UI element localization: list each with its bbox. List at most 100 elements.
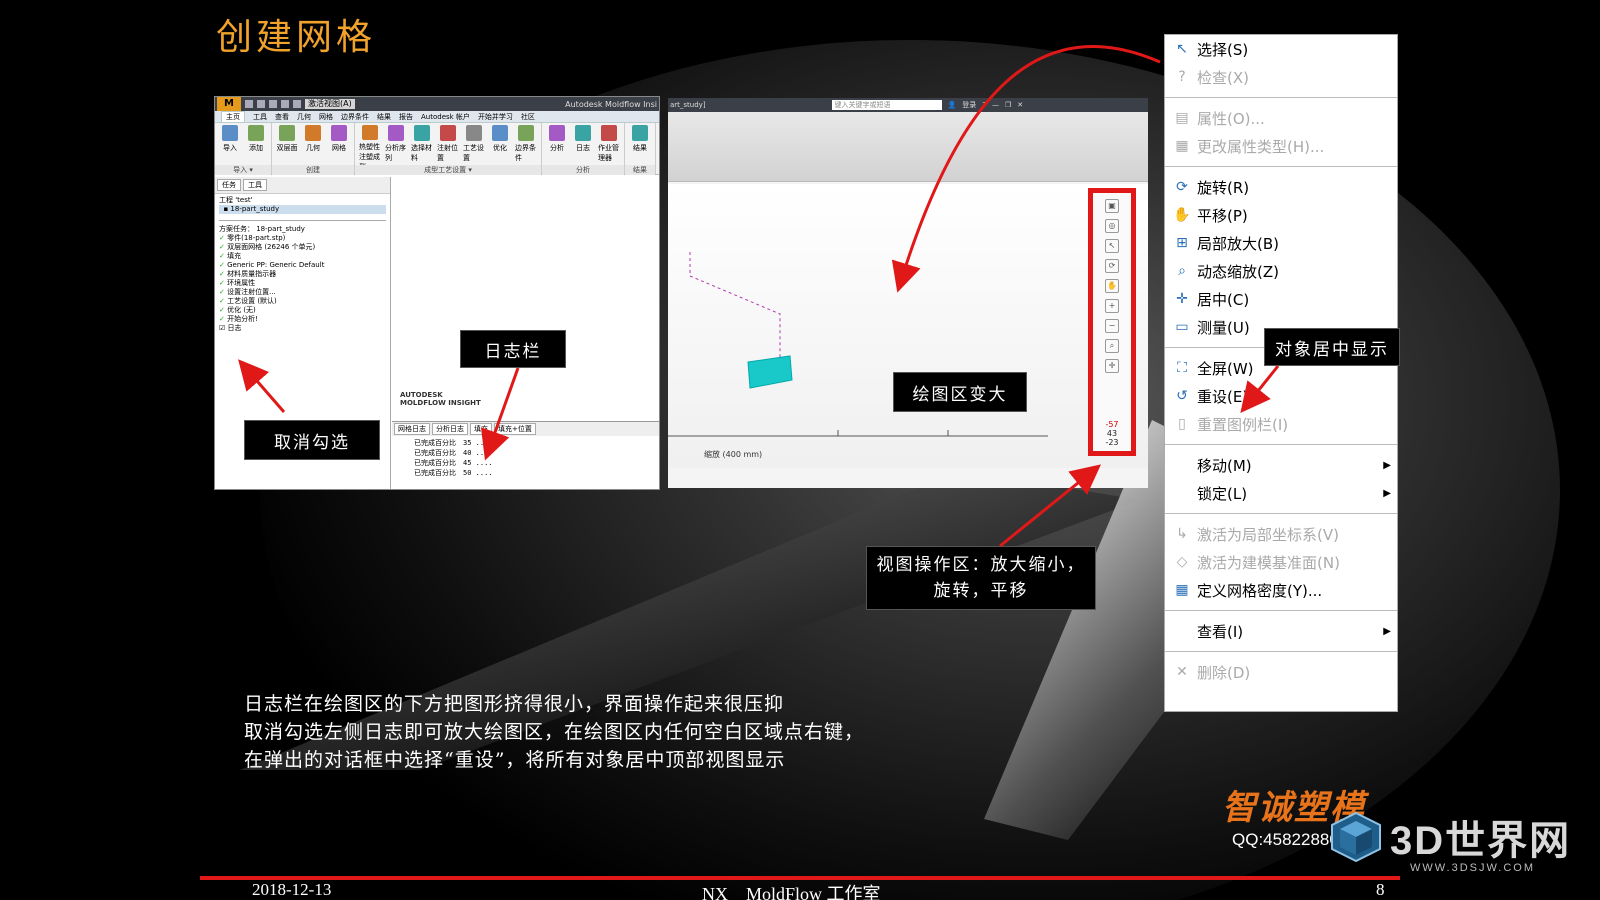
context-menu-item[interactable]: ✛ 居中(C) (1165, 285, 1397, 313)
orbit-icon[interactable]: ◎ (1105, 219, 1119, 233)
task-label: 材料质量指示器 (227, 270, 277, 278)
body-line-1: 日志栏在绘图区的下方把图形挤得很小，界面操作起来很压抑 (244, 693, 785, 715)
pan-icon[interactable]: ✋ (1105, 279, 1119, 293)
activate-view-dropdown[interactable]: 激活视图(A) (305, 99, 355, 109)
properties-icon: ▤ (1175, 110, 1189, 126)
ribbon-tab[interactable]: 边界条件 (341, 112, 369, 122)
ribbon-button-label: 网格 (332, 144, 346, 152)
task-item[interactable]: ✓ 环境属性 (219, 279, 386, 288)
ribbon-button-icon (331, 125, 347, 141)
ribbon-group-label: 导入 ▾ (215, 165, 271, 175)
local-coord-icon: ↳ (1176, 526, 1188, 542)
study-node[interactable]: ▪ 18-part_study (219, 205, 386, 214)
task-item[interactable]: ✓ 设置注射位置... (219, 288, 386, 297)
model-view (668, 252, 1048, 437)
task-item[interactable]: ✓ 填充 (219, 252, 386, 261)
title-bar: M 激活视图(A) Autodesk Moldflow Insi (215, 97, 659, 111)
task-item[interactable]: ✓ 材料质量指示器 (219, 270, 386, 279)
view-angle-values: -57 43 -23 (1093, 420, 1131, 447)
log-checkbox[interactable]: ☑ (219, 324, 228, 332)
redo-icon[interactable] (293, 100, 301, 108)
ribbon-tab[interactable]: 结果 (377, 112, 391, 122)
rotate-icon[interactable]: ⟳ (1105, 259, 1119, 273)
ribbon-tab[interactable]: 网格 (319, 112, 333, 122)
context-menu-item[interactable]: 锁定(L) ▶ (1165, 479, 1397, 507)
task-item[interactable]: ✓ 优化 (无) (219, 306, 386, 315)
view-angle-y: 43 (1106, 429, 1118, 438)
context-menu-item[interactable]: 查看(I) ▶ (1165, 617, 1397, 645)
ribbon-tab[interactable]: 几何 (297, 112, 311, 122)
context-menu-label: 更改属性类型(H)... (1197, 137, 1325, 156)
task-item[interactable]: ✓ 工艺设置 (默认) (219, 297, 386, 306)
select-icon[interactable]: ↖ (1105, 239, 1119, 253)
callout-center-objects: 对象居中显示 (1264, 328, 1400, 366)
check-icon: ✓ (219, 288, 228, 296)
context-menu-item: ✕ 删除(D) (1165, 658, 1397, 686)
ribbon-tab[interactable]: 报告 (399, 112, 413, 122)
log-tab[interactable]: 填充+位置 (494, 423, 536, 435)
pane-tabs: 任务 工具 (215, 177, 390, 194)
project-node[interactable]: 工程 'test' (219, 196, 386, 205)
ribbon-button-icon (362, 125, 378, 140)
log-tab[interactable]: 分析日志 (432, 423, 468, 435)
login-link[interactable]: 登录 (962, 100, 976, 110)
moldflow-logo[interactable]: M (217, 97, 241, 111)
ribbon-tab[interactable]: Autodesk 帐户 (421, 112, 470, 122)
menu-separator (1165, 166, 1397, 167)
task-item[interactable]: ✓ 零件(18-part.stp) (219, 234, 386, 243)
ribbon-tab[interactable]: 开始并学习 (478, 112, 513, 122)
plot-area[interactable]: AUTODESK MOLDFLOW INSIGHT (392, 177, 659, 417)
check-icon: ✓ (219, 279, 228, 287)
context-menu-item[interactable]: ▦ 定义网格密度(Y)... (1165, 576, 1397, 604)
tab-tools[interactable]: 工具 (243, 179, 267, 191)
zoom-in-icon[interactable]: + (1105, 299, 1119, 313)
open-icon[interactable] (257, 100, 265, 108)
task-item[interactable]: ☑ 日志 (219, 324, 386, 333)
enlarged-plot-area[interactable]: 缩放 (400 mm) (668, 184, 1148, 468)
menu-separator (1165, 97, 1397, 98)
undo-icon[interactable] (281, 100, 289, 108)
context-menu-item[interactable]: ⊞ 局部放大(B) (1165, 229, 1397, 257)
ribbon-group: 分析 日志 作业管理器 分析 (542, 123, 625, 175)
help-icon[interactable]: ? (982, 101, 986, 109)
ribbon-group: 导入 添加 导入 ▾ (215, 123, 272, 175)
user-icon[interactable]: 👤 (948, 101, 957, 109)
task-item[interactable]: ✓ Generic PP: Generic Default (219, 261, 386, 270)
search-input[interactable]: 键入关键字或短语 (831, 100, 942, 110)
task-item[interactable]: ✓ 双层面网格 (26246 个单元) (219, 243, 386, 252)
ribbon-button-label: 作业管理器 (598, 144, 619, 162)
ribbon-button-icon (279, 125, 295, 141)
save-icon[interactable] (269, 100, 277, 108)
zoom-out-icon[interactable]: − (1105, 319, 1119, 333)
log-tab[interactable]: 网格日志 (394, 423, 430, 435)
ribbon-button-icon (575, 125, 591, 141)
restore-icon[interactable]: ❐ (1005, 101, 1011, 109)
ribbon-button-label: 边界条件 (515, 144, 536, 162)
zoom-fit-icon[interactable]: ⌕ (1105, 339, 1119, 353)
context-menu: ↖ 选择(S)? 检查(X) ▤ 属性(O)... ▦ 更改属性类型(H)... ⟳ 旋转(R)… (1164, 34, 1398, 712)
context-menu-item[interactable]: ⌕ 动态缩放(Z) (1165, 257, 1397, 285)
ribbon-button-label: 导入 (223, 144, 237, 152)
ribbon-tab[interactable]: 工具 (253, 112, 267, 122)
callout-view-ops-line2: 旋转，平移 (933, 581, 1029, 601)
close-icon[interactable]: ✕ (1017, 101, 1023, 109)
log-tab[interactable]: 填充 (470, 423, 492, 435)
context-menu-item[interactable]: ↺ 重设(E) (1165, 382, 1397, 410)
context-menu-item[interactable]: 移动(M) ▶ (1165, 451, 1397, 479)
ribbon-tab[interactable]: 社区 (521, 112, 535, 122)
context-menu-item[interactable]: ⟳ 旋转(R) (1165, 173, 1397, 201)
center-icon[interactable]: ✛ (1105, 359, 1119, 373)
context-menu-item[interactable]: ✋ 平移(P) (1165, 201, 1397, 229)
watermark-line2: MOLDFLOW INSIGHT (400, 399, 481, 407)
minimize-icon[interactable]: — (992, 101, 999, 109)
tab-tasks[interactable]: 任务 (217, 179, 241, 191)
task-label: 设置注射位置... (227, 288, 276, 296)
ribbon-group: 结果 结果 (625, 123, 656, 175)
task-item[interactable]: ✓ 开始分析! (219, 315, 386, 324)
view-cube-icon[interactable]: ▣ (1105, 199, 1119, 213)
ribbon-button-icon (414, 125, 430, 141)
context-menu-item[interactable]: ↖ 选择(S) (1165, 35, 1397, 63)
ribbon-tab[interactable]: 主页 (221, 111, 245, 122)
ribbon-tab[interactable]: 查看 (275, 112, 289, 122)
new-icon[interactable] (245, 100, 253, 108)
